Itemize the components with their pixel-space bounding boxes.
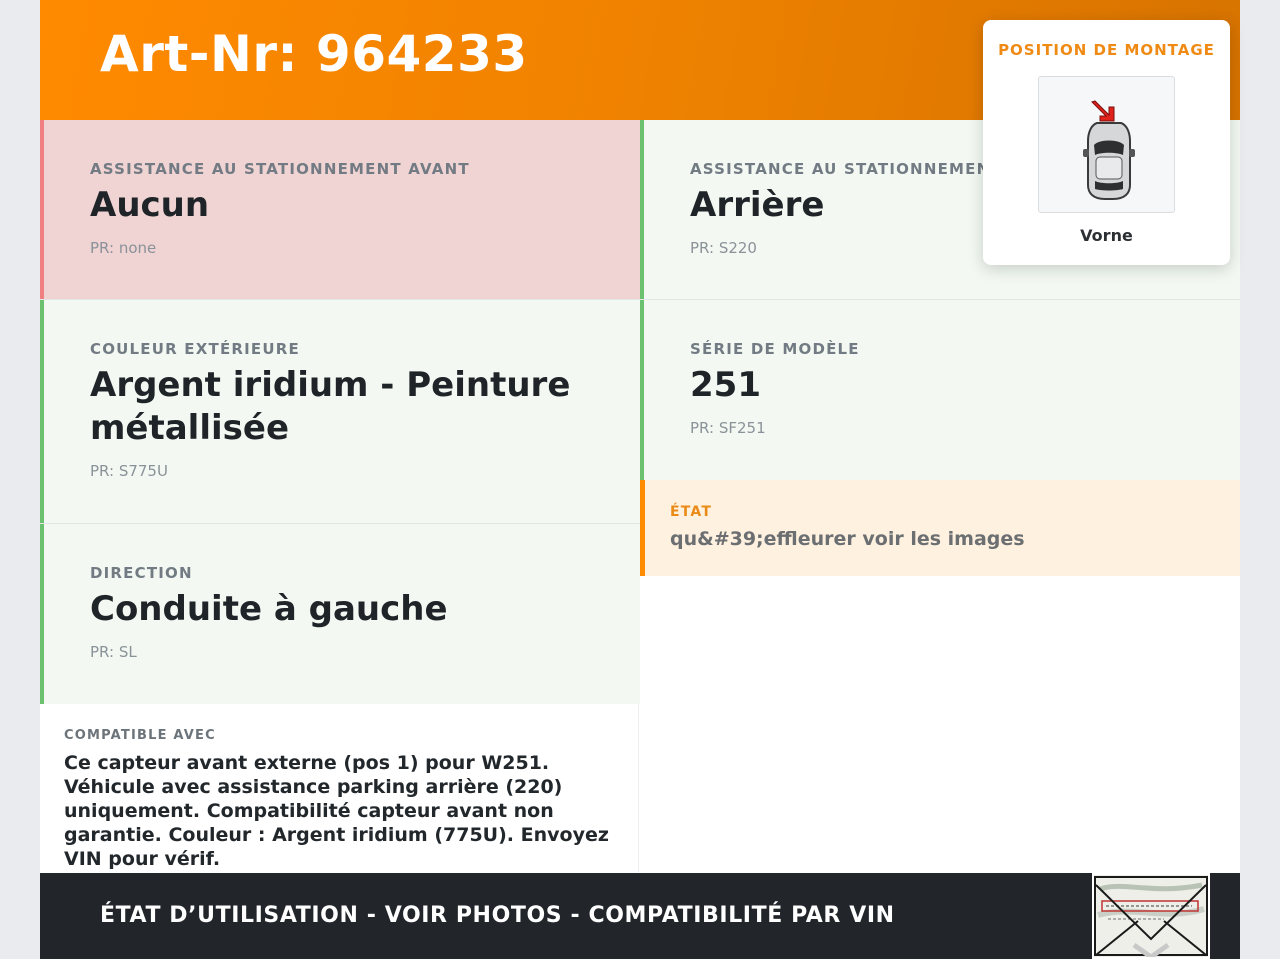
condition-box: ÉTAT qu&#39;effleurer voir les images	[640, 480, 1240, 576]
label-photo-thumbnail[interactable]	[1092, 873, 1210, 959]
tile-pr-code: PR: S775U	[90, 462, 168, 480]
article-number-title: Art-Nr: 964233	[100, 25, 528, 83]
tile-value: Aucun	[90, 185, 210, 225]
tile-pr-code: PR: SL	[90, 643, 137, 661]
tile-pr-code: PR: SF251	[690, 419, 766, 437]
tile-value: Conduite à gauche	[90, 589, 448, 629]
compatibility-box: COMPATIBLE AVEC Ce capteur avant externe…	[40, 704, 639, 872]
mounting-position-popup: POSITION DE MONTAGE Vorne	[983, 20, 1230, 265]
mounting-position-image[interactable]	[1038, 76, 1175, 213]
compatibility-label: COMPATIBLE AVEC	[64, 728, 216, 743]
car-top-view-icon	[1083, 100, 1135, 200]
tile-model-series: SÉRIE DE MODÈLE 251 PR: SF251	[640, 300, 1240, 480]
mounting-position-label: POSITION DE MONTAGE	[998, 41, 1215, 59]
tile-front-parking-assist: ASSISTANCE AU STATIONNEMENT AVANT Aucun …	[40, 120, 640, 300]
tile-pr-code: PR: none	[90, 239, 157, 257]
tile-label: COULEUR EXTÉRIEURE	[90, 340, 300, 358]
tile-value: 251	[690, 365, 761, 405]
tile-label: ASSISTANCE AU STATIONNEMENT AVANT	[90, 160, 470, 178]
footer-text: ÉTAT D’UTILISATION - VOIR PHOTOS - COMPA…	[100, 903, 895, 928]
condition-value: qu&#39;effleurer voir les images	[670, 528, 1025, 550]
tile-label: DIRECTION	[90, 564, 193, 582]
compatibility-text: Ce capteur avant externe (pos 1) pour W2…	[64, 752, 609, 870]
label-photo-image	[1094, 875, 1208, 957]
condition-label: ÉTAT	[670, 504, 713, 520]
tile-label: SÉRIE DE MODÈLE	[690, 340, 860, 358]
tile-value: Argent iridium - Peinture métallisée	[90, 365, 571, 448]
mounting-position-caption: Vorne	[1080, 226, 1133, 245]
tile-steering: DIRECTION Conduite à gauche PR: SL	[40, 524, 640, 704]
tile-exterior-color: COULEUR EXTÉRIEURE Argent iridium - Pein…	[40, 300, 640, 524]
footer-bar: ÉTAT D’UTILISATION - VOIR PHOTOS - COMPA…	[40, 873, 1240, 959]
